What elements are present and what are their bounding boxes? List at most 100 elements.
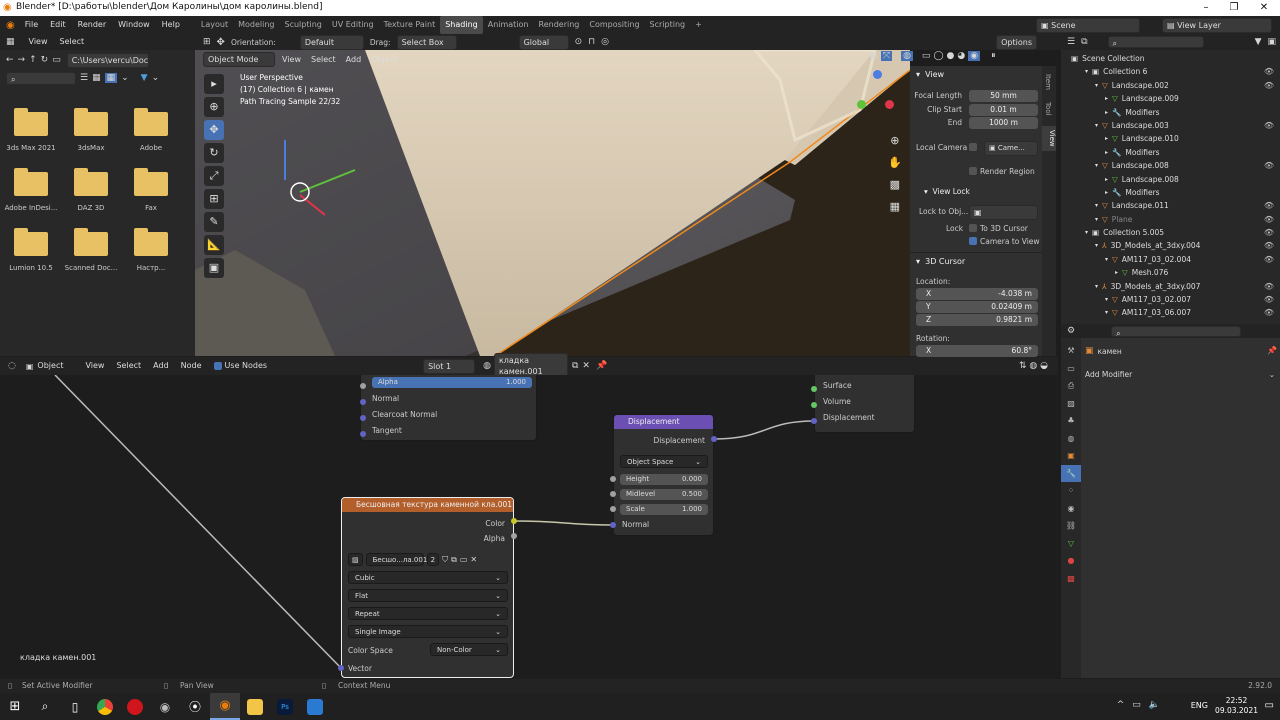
menu-edit[interactable]: Edit xyxy=(44,16,72,34)
vp-menu-object[interactable]: Object xyxy=(368,54,400,66)
outliner-item[interactable]: ▸ ▽ Landscape.008 xyxy=(1061,173,1280,186)
outliner-item[interactable]: ▾ ▽ AM117_03_02.004 👁 xyxy=(1061,253,1280,266)
node-overlay-icons[interactable]: ⇅ ◍ ◒ xyxy=(1019,361,1058,371)
tab-animation[interactable]: Animation xyxy=(483,16,534,34)
tab-texture-paint[interactable]: Texture Paint xyxy=(379,16,441,34)
expand-arrow-icon[interactable]: ▾ xyxy=(1085,65,1088,78)
alpha-slider[interactable]: Alpha 1.000 xyxy=(372,377,532,388)
source-dropdown[interactable]: Single Image ⌄ xyxy=(348,625,508,638)
visibility-eye-icon[interactable]: 👁 xyxy=(1264,280,1274,293)
tab-compositing[interactable]: Compositing xyxy=(584,16,644,34)
midlevel-field[interactable]: Midlevel 0.500 xyxy=(620,489,708,500)
add-cube-tool-icon[interactable]: ▣ xyxy=(204,258,224,278)
display-mode-icon[interactable]: ⧉ xyxy=(1081,37,1087,47)
xray-icon[interactable]: ▭ xyxy=(922,51,931,61)
slot-dropdown[interactable]: Slot 1 xyxy=(423,358,476,374)
parent-dir-icon[interactable]: ↑ xyxy=(29,55,37,65)
folder-item[interactable]: Adobe xyxy=(122,108,180,152)
expand-arrow-icon[interactable]: ▾ xyxy=(1095,280,1098,293)
steam-icon[interactable]: ⦿ xyxy=(180,693,210,720)
new-collection-icon[interactable]: ▣ xyxy=(1267,37,1276,47)
outliner-item[interactable]: ▸ ▽ Mesh.076 xyxy=(1061,266,1280,279)
principled-bsdf-node[interactable]: Alpha 1.000 Normal Clearcoat Normal Tange… xyxy=(360,375,537,441)
refresh-icon[interactable]: ↻ xyxy=(41,55,49,65)
3d-cursor-panel-header[interactable]: ▾ 3D Cursor xyxy=(916,257,965,266)
expand-arrow-icon[interactable]: ▸ xyxy=(1115,266,1118,279)
tray-expand-icon[interactable]: ^ xyxy=(1117,700,1125,710)
view-lock-header[interactable]: ▾ View Lock xyxy=(924,187,970,196)
expand-arrow-icon[interactable]: ▸ xyxy=(1105,173,1108,186)
material-tab-icon[interactable]: ● xyxy=(1061,552,1081,570)
height-field[interactable]: Height 0.000 xyxy=(620,474,708,485)
visibility-eye-icon[interactable]: 👁 xyxy=(1264,293,1274,306)
cursor-tool-icon[interactable]: ⊕ xyxy=(204,97,224,117)
outliner-item[interactable]: ▾ ▣ Collection 6 👁 xyxy=(1061,65,1280,78)
object-tab-icon[interactable]: ▣ xyxy=(1061,447,1081,465)
gizmo-toggle-icon[interactable]: ⤧ xyxy=(880,51,893,61)
outliner-item[interactable]: ▾ ▽ Landscape.003 👁 xyxy=(1061,119,1280,132)
unlink-image-icon[interactable]: ✕ xyxy=(470,555,477,564)
material-browse-icon[interactable]: ◍ xyxy=(483,361,491,371)
pin-node-icon[interactable]: 📌 xyxy=(596,361,607,371)
output-tab-icon[interactable]: ⎙ xyxy=(1061,377,1081,395)
tab-view[interactable]: View xyxy=(1042,126,1056,151)
unlink-material-icon[interactable]: ✕ xyxy=(582,361,590,371)
displacement-header[interactable]: Displacement xyxy=(614,415,713,429)
fb-search-input[interactable]: ⌕ xyxy=(6,71,76,85)
to-3d-cursor-checkbox[interactable] xyxy=(969,224,977,232)
shader-editor-icon[interactable]: ◌ xyxy=(0,361,16,371)
visibility-eye-icon[interactable]: 👁 xyxy=(1264,213,1274,226)
clearcoat-normal-socket[interactable] xyxy=(360,415,366,421)
cursor-z-field[interactable]: Z 0.9821 m xyxy=(916,314,1038,326)
expand-arrow-icon[interactable]: ▸ xyxy=(1105,92,1108,105)
open-image-folder-icon[interactable]: ▭ xyxy=(460,555,468,564)
camera-to-view-checkbox[interactable] xyxy=(969,237,977,245)
expand-arrow-icon[interactable]: ▸ xyxy=(1105,132,1108,145)
editor-type-icon[interactable]: ⊞ xyxy=(203,37,211,47)
outliner-item[interactable]: ▾ ▽ Plane 👁 xyxy=(1061,213,1280,226)
tab-layout[interactable]: Layout xyxy=(196,16,233,34)
particles-tab-icon[interactable]: ⁘ xyxy=(1061,482,1081,500)
transform-pivot-icon[interactable]: ✥ xyxy=(217,37,225,48)
mode-dropdown[interactable]: Object Mode xyxy=(203,52,275,67)
cursor-rot-x-field[interactable]: X 60.8° xyxy=(916,345,1038,357)
tab-shading[interactable]: Shading xyxy=(440,16,483,34)
outliner-root[interactable]: ▣ Scene Collection xyxy=(1061,52,1280,65)
orientation-dropdown[interactable]: Default xyxy=(299,34,364,50)
output-displacement-socket[interactable] xyxy=(811,418,817,424)
visibility-eye-icon[interactable]: 👁 xyxy=(1264,159,1274,172)
notification-icon[interactable]: ▭ xyxy=(1265,700,1274,711)
material-shading-icon[interactable]: ◕ xyxy=(957,51,965,61)
outliner-item[interactable]: ▸ 🔧 Modifiers xyxy=(1061,146,1280,159)
volume-icon[interactable]: 🔈 xyxy=(1149,700,1160,710)
visibility-eye-icon[interactable]: 👁 xyxy=(1264,79,1274,92)
vp-menu-view[interactable]: View xyxy=(279,54,304,66)
pause-render-icon[interactable]: ⏸ xyxy=(991,51,996,61)
photoshop-icon[interactable]: Ps xyxy=(270,693,300,720)
outliner-item[interactable]: ▾ ▣ Collection 5.005 👁 xyxy=(1061,226,1280,239)
expand-arrow-icon[interactable]: ▸ xyxy=(1105,106,1108,119)
image-name-field[interactable]: Бесшо...ла.001 xyxy=(365,553,427,566)
gizmo-z-icon[interactable] xyxy=(873,70,882,79)
displacement-node[interactable]: Displacement Displacement Object Space ⌄ … xyxy=(613,414,714,536)
measure-tool-icon[interactable]: 📐 xyxy=(204,235,224,255)
projection-dropdown[interactable]: Flat ⌄ xyxy=(348,589,508,602)
folder-item[interactable]: Adobe InDesi... xyxy=(2,168,60,212)
object-type-icon[interactable]: ▣ xyxy=(26,362,34,371)
file-explorer-icon[interactable] xyxy=(240,693,270,720)
solid-shading-icon[interactable]: ● xyxy=(947,51,955,61)
camera-view-icon[interactable]: ▩ xyxy=(888,174,902,196)
scene-tab-icon[interactable]: ♣ xyxy=(1061,412,1081,430)
list-view-icon[interactable]: ☰ xyxy=(80,73,88,83)
properties-search-input[interactable]: ⌕ xyxy=(1111,325,1242,338)
scene-selector[interactable]: ▣ Scene xyxy=(1036,18,1140,33)
fake-user-icon[interactable]: ⧉ xyxy=(572,361,578,371)
maximize-icon[interactable]: ❐ xyxy=(1226,2,1242,13)
midlevel-socket[interactable] xyxy=(610,491,616,497)
sort-icon[interactable]: ⌄ xyxy=(121,73,129,83)
path-input[interactable]: C:\Users\vercu\Docu... xyxy=(66,52,149,68)
render-tab-icon[interactable]: ▭ xyxy=(1061,360,1081,378)
grid-view-icon[interactable]: ▦ xyxy=(104,73,118,83)
tab-rendering[interactable]: Rendering xyxy=(534,16,585,34)
constraints-tab-icon[interactable]: ⛓ xyxy=(1061,517,1081,535)
